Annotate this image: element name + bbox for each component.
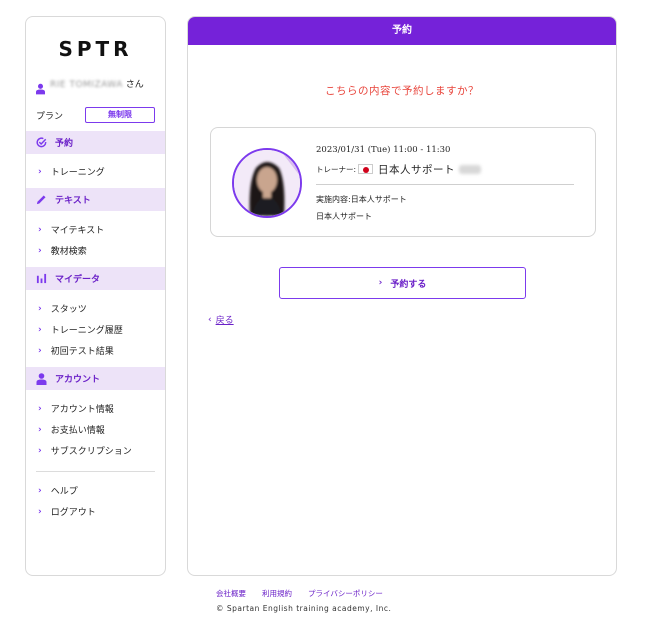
sidebar-item-label: スタッツ (50, 305, 87, 315)
chevron-right-icon: › (378, 278, 383, 288)
chevron-right-icon: › (38, 506, 42, 517)
sidebar-item-material-search[interactable]: › 教材検索 (26, 240, 165, 261)
footer-link-company[interactable]: 会社概要 (216, 588, 246, 599)
trainer-row: トレーナー: 日本人サポート (316, 161, 576, 177)
footer-link-terms[interactable]: 利用規約 (262, 588, 292, 599)
section-title: テキスト (55, 196, 91, 206)
confirm-question: こちらの内容で予約しますか？ (325, 85, 479, 97)
copyright: © Spartan English training academy, Inc. (216, 604, 392, 613)
sidebar-item-label: お支払い情報 (50, 426, 105, 436)
trainer-photo (234, 150, 300, 216)
section-reservation: 予約 (26, 131, 165, 154)
sidebar-item-label: 教材検索 (50, 247, 87, 257)
chevron-right-icon: › (38, 424, 42, 435)
trainer-name-redacted (459, 164, 482, 174)
user-icon (36, 372, 47, 385)
sidebar-item-label: マイテキスト (50, 226, 105, 236)
reserve-button-label: 予約する (390, 279, 427, 290)
reserve-button[interactable]: › 予約する (279, 267, 526, 299)
sidebar-item-subscription[interactable]: › サブスクリプション (26, 440, 165, 461)
sidebar-item-training-history[interactable]: › トレーニング履歴 (26, 319, 165, 340)
bar-chart-icon (36, 273, 47, 284)
chevron-right-icon: › (38, 245, 42, 256)
section-my-data: マイデータ (26, 267, 165, 290)
user-icon (36, 83, 45, 95)
sidebar-item-help[interactable]: › ヘルプ (26, 480, 165, 501)
sidebar-item-label: ヘルプ (50, 487, 78, 497)
chevron-right-icon: › (38, 445, 42, 456)
chevron-left-icon: ‹ (208, 314, 212, 325)
back-link[interactable]: ‹ 戻る (208, 313, 234, 327)
sidebar-item-stats[interactable]: › スタッツ (26, 298, 165, 319)
chevron-right-icon: › (38, 166, 42, 177)
chevron-right-icon: › (38, 303, 42, 314)
course-content: 実施内容:日本人サポート (316, 195, 407, 204)
japan-flag-icon (358, 164, 374, 174)
sidebar-item-initial-test-result[interactable]: › 初回テスト結果 (26, 340, 165, 361)
check-circle-icon (36, 137, 47, 148)
sidebar-item-payment-info[interactable]: › お支払い情報 (26, 419, 165, 440)
sidebar-item-label: トレーニング (50, 168, 105, 178)
footer-link-privacy[interactable]: プライバシーポリシー (308, 588, 383, 599)
main-panel: 予約 こちらの内容で予約しますか？ 2023/01/31 (Tue) 11:00 (187, 16, 617, 576)
card-divider (316, 184, 574, 185)
user-name: RIE TOMIZAWA (50, 80, 123, 90)
section-title: マイデータ (55, 275, 101, 285)
sidebar-item-label: サブスクリプション (50, 447, 132, 457)
chevron-right-icon: › (38, 485, 42, 496)
booking-datetime: 2023/01/31 (Tue) 11:00 - 11:30 (316, 145, 451, 155)
section-title: 予約 (55, 139, 74, 149)
pencil-icon (36, 195, 46, 205)
sidebar-item-label: トレーニング履歴 (50, 326, 123, 336)
sidebar-item-account-info[interactable]: › アカウント情報 (26, 398, 165, 419)
page-title: 予約 (188, 17, 616, 45)
sidebar-item-label: 初回テスト結果 (50, 347, 114, 357)
sidebar-item-logout[interactable]: › ログアウト (26, 501, 165, 522)
section-text: テキスト (26, 188, 165, 211)
booking-card: 2023/01/31 (Tue) 11:00 - 11:30 トレーナー: 日本… (210, 127, 596, 237)
sidebar: SPTR RIE TOMIZAWA さん プラン 無制限 予約 › トレーニング (25, 16, 166, 576)
section-account: アカウント (26, 367, 165, 390)
trainer-name: 日本人サポート (378, 163, 456, 176)
sidebar-item-my-text[interactable]: › マイテキスト (26, 219, 165, 240)
chevron-right-icon: › (38, 345, 42, 356)
trainer-avatar (232, 148, 302, 218)
user-honorific: さん (125, 80, 144, 90)
chevron-right-icon: › (38, 324, 42, 335)
plan-label: プラン (36, 111, 64, 122)
sidebar-divider (36, 471, 155, 472)
course-subtitle: 日本人サポート (316, 212, 372, 221)
plan-badge: 無制限 (85, 107, 155, 123)
chevron-right-icon: › (38, 403, 42, 414)
user-info: RIE TOMIZAWA さん (36, 79, 165, 95)
sidebar-item-label: アカウント情報 (50, 405, 114, 415)
sidebar-item-label: ログアウト (50, 508, 96, 518)
sptr-logo[interactable]: SPTR (26, 37, 165, 61)
booking-details: 2023/01/31 (Tue) 11:00 - 11:30 トレーナー: 日本… (316, 145, 576, 222)
plan-row: プラン 無制限 (36, 107, 155, 123)
sidebar-item-training[interactable]: › トレーニング (26, 161, 165, 182)
trainer-label: トレーナー: (316, 164, 357, 174)
section-title: アカウント (55, 375, 101, 385)
back-link-label: 戻る (215, 316, 234, 326)
footer-links: 会社概要 利用規約 プライバシーポリシー (216, 588, 383, 599)
chevron-right-icon: › (38, 224, 42, 235)
